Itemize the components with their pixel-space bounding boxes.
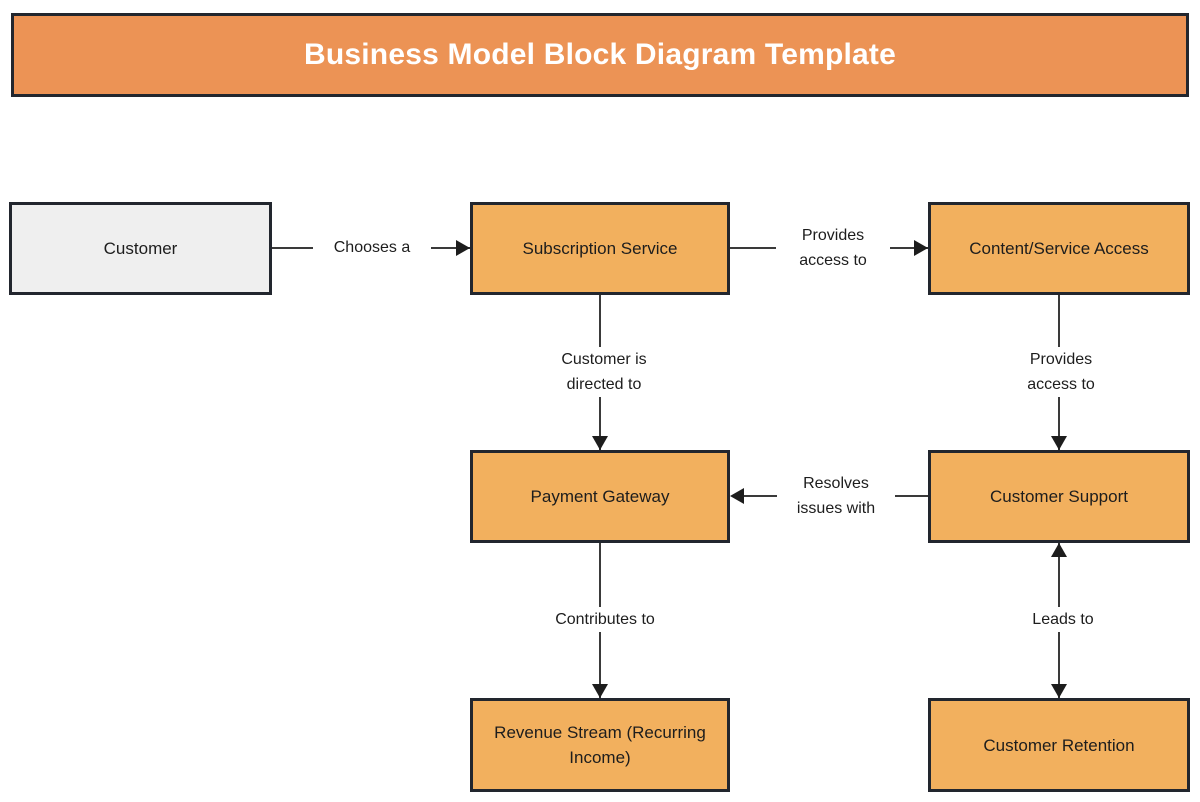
edge-label-resolves-issues-with: Resolves issues with: [777, 471, 895, 521]
block-customer[interactable]: Customer: [9, 202, 272, 295]
arrowhead-support-to-payment: [730, 488, 744, 504]
edge-label-provides-access-to-horizontal: Provides access to: [776, 223, 890, 273]
edge-label-contributes-to: Contributes to: [531, 607, 679, 632]
edge-label-customer-is-directed-to: Customer is directed to: [541, 347, 667, 397]
block-customer-support[interactable]: Customer Support: [928, 450, 1190, 543]
block-customer-retention-label: Customer Retention: [983, 735, 1135, 755]
block-customer-label: Customer: [103, 239, 178, 258]
header-banner: Business Model Block Diagram Template: [11, 13, 1189, 97]
edge-label-leads-to: Leads to: [1013, 607, 1113, 632]
block-payment-gateway-label: Payment Gateway: [530, 487, 670, 506]
page-title: Business Model Block Diagram Template: [303, 38, 896, 71]
arrowhead-customer-to-subscription: [456, 240, 470, 256]
block-subscription-service[interactable]: Subscription Service: [470, 202, 730, 295]
block-content-service-access-label: Content/Service Access: [969, 239, 1149, 258]
edge-label-chooses-a: Chooses a: [313, 235, 431, 260]
block-payment-gateway[interactable]: Payment Gateway: [470, 450, 730, 543]
block-revenue-stream-label: Revenue Stream (Recurring Income): [494, 723, 706, 767]
arrowhead-subscription-to-payment: [592, 436, 608, 450]
arrowhead-content-to-support: [1051, 436, 1067, 450]
arrowhead-subscription-to-content: [914, 240, 928, 256]
arrowhead-payment-to-revenue: [592, 684, 608, 698]
block-subscription-service-label: Subscription Service: [522, 239, 678, 258]
arrowhead-retention-to-support-up: [1051, 543, 1067, 557]
arrowhead-retention-to-support-down: [1051, 684, 1067, 698]
block-content-service-access[interactable]: Content/Service Access: [928, 202, 1190, 295]
block-revenue-stream[interactable]: Revenue Stream (Recurring Income): [470, 698, 730, 792]
diagram-canvas: Business Model Block Diagram Template Cu…: [0, 0, 1200, 802]
edge-label-provides-access-to-vertical: Provides access to: [1004, 347, 1118, 397]
block-customer-retention[interactable]: Customer Retention: [928, 698, 1190, 792]
block-customer-support-label: Customer Support: [990, 487, 1128, 506]
